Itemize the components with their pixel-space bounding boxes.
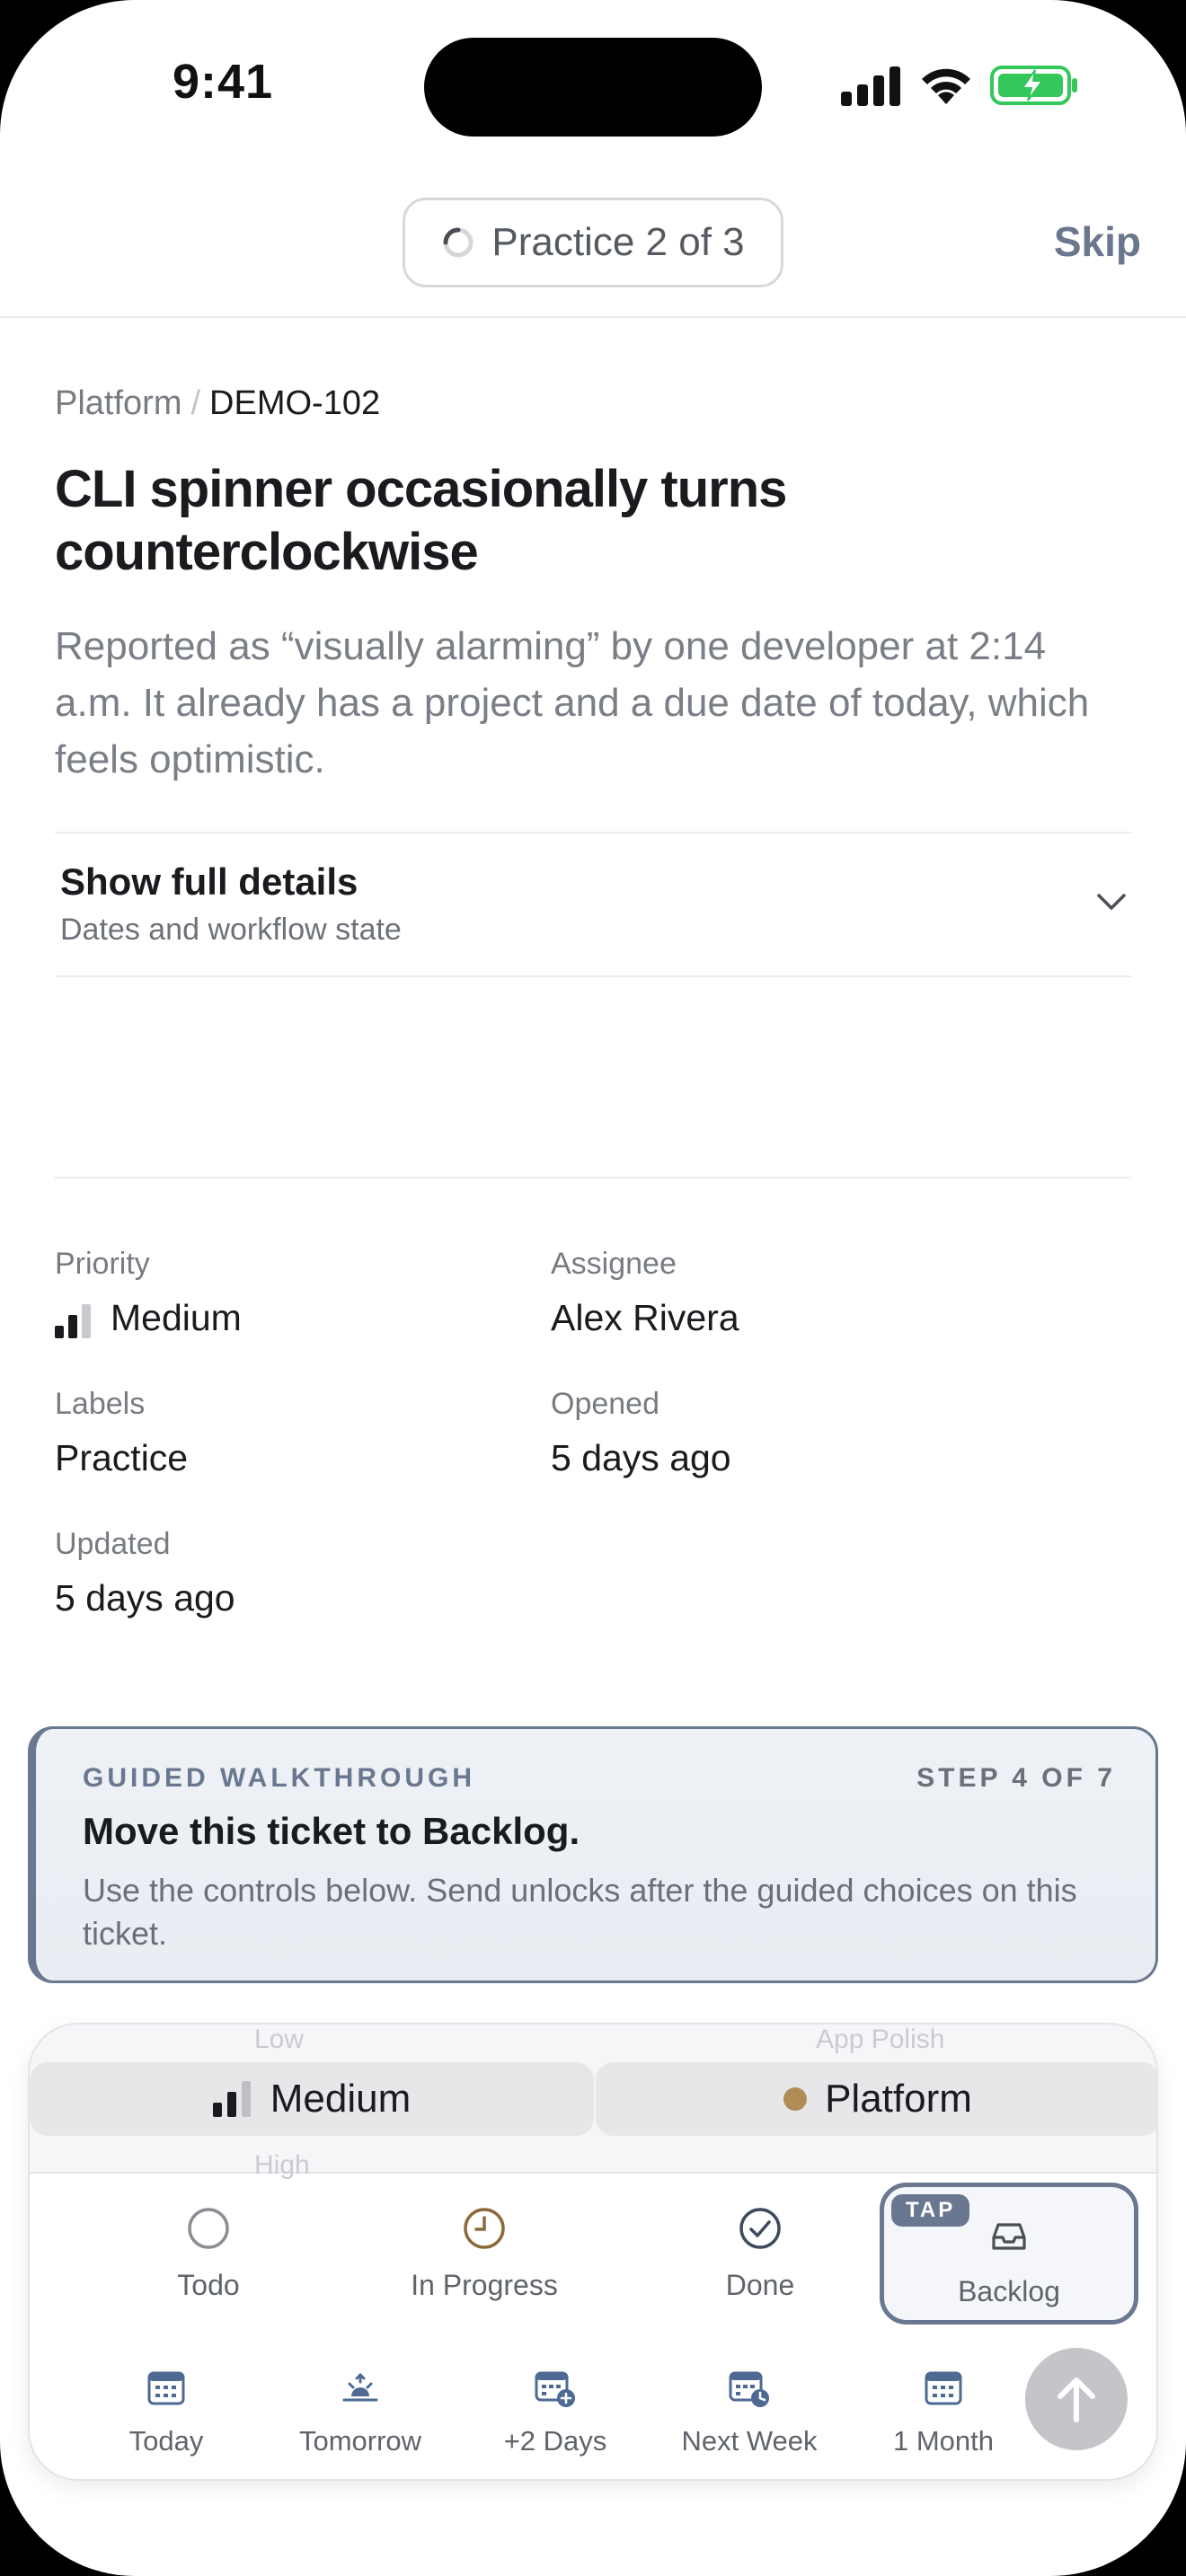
sunrise-icon [342, 2372, 378, 2402]
priority-value[interactable]: Medium [111, 1297, 242, 1339]
guide-body: Use the controls below. Send unlocks aft… [83, 1872, 1077, 1952]
skip-button[interactable]: Skip [1054, 217, 1141, 266]
project-color-dot [783, 2087, 808, 2111]
status-todo-button[interactable]: Todo [78, 2184, 339, 2319]
updated-value: 5 days ago [55, 1577, 235, 1619]
project-picker-value: Platform [825, 2077, 972, 2121]
practice-progress-pill: Practice 2 of 3 [403, 198, 783, 287]
date-next-week-label: Next Week [681, 2425, 818, 2457]
breadcrumb: Platform / DEMO-102 [55, 384, 380, 423]
status-backlog-label: Backlog [958, 2275, 1060, 2307]
divider [55, 1177, 1131, 1178]
date-plus-two-days-label: +2 Days [503, 2425, 607, 2457]
priority-option-low[interactable]: Low [254, 2025, 304, 2055]
opened-label: Opened [551, 1387, 659, 1421]
check-circle-icon [739, 2208, 781, 2249]
priority-picker-value: Medium [270, 2077, 412, 2121]
labels-value[interactable]: Practice [55, 1437, 188, 1479]
phone-screen: 9:41 Practice 2 of 3 Skip Platform / DEM… [0, 0, 1186, 2576]
priority-picker[interactable]: Medium [30, 2062, 594, 2136]
status-in-progress-label: In Progress [411, 2269, 558, 2301]
guided-walkthrough-card: GUIDED WALKTHROUGH STEP 4 OF 7 Move this… [28, 1726, 1158, 1983]
status-in-progress-button[interactable]: In Progress [354, 2184, 615, 2319]
ticket-description: Reported as “visually alarming” by one d… [55, 624, 1090, 781]
practice-header: Practice 2 of 3 Skip [0, 180, 1186, 318]
priority-medium-icon [55, 1304, 91, 1338]
inbox-icon [992, 2223, 1026, 2250]
opened-value: 5 days ago [551, 1437, 731, 1478]
date-one-month-label: 1 Month [892, 2425, 994, 2457]
calendar-plus-icon [535, 2371, 575, 2407]
battery-charging-icon [990, 66, 1077, 105]
assignee-value[interactable]: Alex Rivera [551, 1297, 739, 1339]
calendar-clock-icon [729, 2371, 769, 2407]
circle-icon [188, 2208, 229, 2249]
ticket-id: DEMO-102 [209, 384, 381, 422]
assignee-label: Assignee [551, 1247, 677, 1281]
details-toggle-subtitle: Dates and workflow state [60, 913, 402, 947]
chevron-down-icon [1097, 894, 1126, 910]
details-toggle-title: Show full details [60, 860, 358, 903]
date-plus-two-days-button[interactable]: +2 Days [465, 2355, 645, 2463]
breadcrumb-separator: / [190, 384, 201, 422]
tap-hint-badge: TAP [891, 2194, 970, 2227]
status-done-label: Done [725, 2269, 795, 2301]
date-next-week-button[interactable]: Next Week [659, 2355, 839, 2463]
status-todo-label: Todo [177, 2269, 240, 2301]
project-option-app-polish[interactable]: App Polish [816, 2025, 944, 2055]
cellular-signal-icon [841, 66, 900, 106]
triage-control-panel: Low High App Polish Medium Platform Todo… [28, 2023, 1158, 2481]
divider [55, 975, 1131, 977]
status-backlog-button[interactable]: TAP Backlog [880, 2183, 1138, 2325]
project-picker[interactable]: Platform [596, 2062, 1156, 2136]
ticket-title: CLI spinner occasionally turns countercl… [55, 460, 787, 581]
guide-headline: Move this ticket to Backlog. [83, 1810, 580, 1852]
calendar-icon [147, 2371, 185, 2405]
wifi-icon [922, 68, 970, 104]
dynamic-island [424, 38, 762, 137]
priority-label: Priority [55, 1247, 150, 1281]
updated-label: Updated [55, 1527, 171, 1561]
date-one-month-button[interactable]: 1 Month [854, 2355, 1033, 2463]
status-bar: 9:41 [0, 0, 1186, 180]
date-today-label: Today [128, 2425, 204, 2457]
spinner-icon [443, 227, 474, 258]
date-today-button[interactable]: Today [76, 2355, 256, 2463]
status-done-button[interactable]: Done [630, 2184, 890, 2319]
date-tomorrow-label: Tomorrow [298, 2425, 422, 2457]
priority-medium-icon [212, 2081, 251, 2117]
arrow-up-icon [1058, 2378, 1095, 2422]
practice-progress-label: Practice 2 of 3 [491, 220, 745, 264]
guide-step-counter: STEP 4 OF 7 [916, 1763, 1116, 1793]
guide-kicker: GUIDED WALKTHROUGH [83, 1763, 475, 1793]
show-full-details-toggle[interactable]: Show full details Dates and workflow sta… [55, 834, 1131, 975]
status-time: 9:41 [173, 55, 274, 109]
clock-icon [464, 2208, 505, 2249]
priority-option-high[interactable]: High [254, 2150, 310, 2181]
labels-label: Labels [55, 1387, 146, 1421]
breadcrumb-project[interactable]: Platform [55, 384, 181, 422]
calendar-icon [925, 2371, 962, 2405]
date-tomorrow-button[interactable]: Tomorrow [270, 2355, 450, 2463]
send-button[interactable] [1025, 2348, 1128, 2450]
picker-area: Low High App Polish Medium Platform [30, 2025, 1156, 2180]
